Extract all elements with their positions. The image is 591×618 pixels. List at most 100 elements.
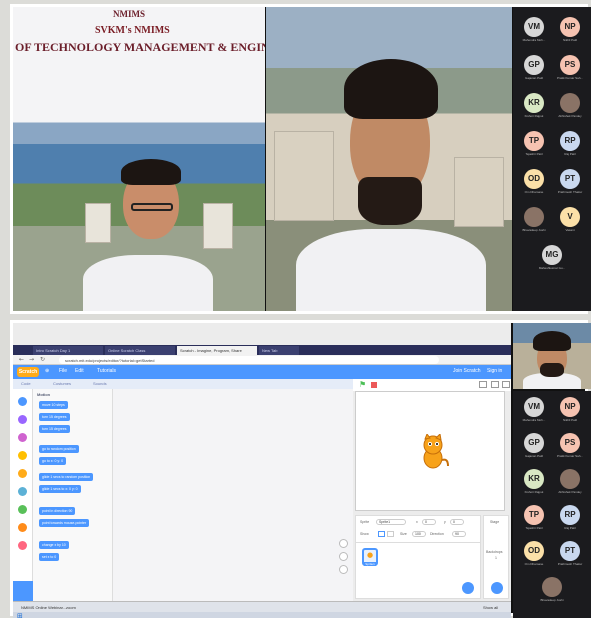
presenter-thumbnail[interactable] — [513, 323, 591, 389]
sprite-tile-label: Sprite1 — [364, 562, 376, 566]
browser-tab-active[interactable]: Scratch - Imagine, Program, Share — [177, 346, 257, 355]
scratch-cat-sprite[interactable] — [416, 434, 450, 470]
forward-icon[interactable]: → — [29, 356, 34, 363]
participant-item[interactable]: VM Mahendra Moh... — [519, 17, 549, 42]
participant-item[interactable]: TP Tejashri Patil — [519, 131, 549, 156]
category-sensing-icon[interactable] — [18, 487, 27, 496]
participant-item[interactable]: OD Om Dhamane — [519, 541, 549, 566]
participant-item[interactable]: GP Gajanan Patil — [519, 55, 549, 80]
add-extension-button[interactable] — [13, 581, 33, 601]
browser-tab[interactable]: Online Scratch Class — [105, 346, 175, 355]
zoom-reset-icon[interactable] — [339, 565, 348, 574]
scratch-logo[interactable]: Scratch — [17, 367, 39, 377]
tab-sounds[interactable]: Sounds — [93, 381, 107, 386]
participant-item[interactable]: TP Tejashri Patil — [519, 505, 549, 530]
globe-icon[interactable]: ⊕ — [45, 368, 49, 374]
participant-item[interactable]: OD Om Dhamane — [519, 169, 549, 194]
direction-field[interactable]: 90 — [452, 531, 466, 537]
category-motion-icon[interactable] — [18, 397, 27, 406]
show-visible-toggle[interactable] — [378, 531, 385, 537]
block-turn-left[interactable]: turn 15 degrees — [39, 425, 70, 433]
category-sound-icon[interactable] — [18, 433, 27, 442]
browser-tab[interactable]: Intro Scratch Day 1 — [33, 346, 103, 355]
zoom-out-icon[interactable] — [339, 552, 348, 561]
category-events-icon[interactable] — [18, 451, 27, 460]
menu-tutorials[interactable]: Tutorials — [97, 368, 116, 374]
participant-photo-avatar — [542, 577, 562, 597]
zoom-in-icon[interactable] — [339, 539, 348, 548]
block-point-direction[interactable]: point in direction 90 — [39, 507, 76, 515]
join-scratch-link[interactable]: Join Scratch — [453, 368, 481, 374]
participant-item[interactable]: NP Nikhil Patil — [555, 17, 585, 42]
participant-item[interactable]: Bhavadeep Joshi — [519, 207, 549, 232]
participant-item[interactable]: KR Kishori Rajput — [519, 469, 549, 494]
code-area[interactable] — [113, 389, 353, 601]
participant-item[interactable]: VM Mahendra Moh... — [519, 397, 549, 422]
stop-icon[interactable] — [371, 382, 377, 388]
browser-tab[interactable]: New Tab — [259, 346, 299, 355]
windows-start-icon[interactable]: ⊞ — [17, 612, 23, 618]
green-flag-icon[interactable]: ⚑ — [359, 380, 366, 389]
participant-avatar: OD — [524, 541, 544, 561]
choose-backdrop-button[interactable] — [491, 582, 503, 594]
category-variables-icon[interactable] — [18, 523, 27, 532]
participant-item[interactable]: GP Gajanan Patil — [519, 433, 549, 458]
y-field[interactable]: 0 — [450, 519, 464, 525]
participant-item[interactable]: PT Prathmesh Thakur — [555, 169, 585, 194]
participant-name: Bhavadeep Joshi — [540, 598, 564, 602]
show-hidden-toggle[interactable] — [387, 531, 394, 537]
reload-icon[interactable]: ↻ — [40, 356, 45, 363]
url-field[interactable]: scratch.mit.edu/projects/editor/?tutoria… — [59, 356, 439, 364]
participant-item[interactable]: Bhavadeep Joshi — [537, 577, 567, 602]
participant-item[interactable]: PS Pratik Kumar Sah... — [555, 433, 585, 458]
participant-item[interactable]: PS Pratik Kumar Sah... — [555, 55, 585, 80]
tab-code[interactable]: Code — [21, 381, 31, 386]
participant-item[interactable]: RP Raj Patil — [555, 131, 585, 156]
block-point-towards[interactable]: point towards mouse-pointer — [39, 519, 90, 527]
participant-item[interactable]: KR Kishori Rajput — [519, 93, 549, 118]
fullscreen-icon[interactable] — [502, 381, 510, 388]
taskbar-item[interactable]: NMIMS Online Webinar...zoom — [21, 605, 76, 610]
block-change-x[interactable]: change x by 10 — [39, 541, 69, 549]
taskbar-show-all[interactable]: Show all — [483, 605, 498, 610]
participant-item[interactable]: MG Maheshkumar Gu... — [537, 245, 567, 270]
speaker-video-tile-1[interactable]: NMIMS SVKM's NMIMS OF TECHNOLOGY MANAGEM… — [13, 7, 265, 311]
block-glide-xy[interactable]: glide 1 secs to x: 0 y: 0 — [39, 485, 81, 493]
large-stage-icon[interactable] — [491, 381, 499, 388]
category-operators-icon[interactable] — [18, 505, 27, 514]
size-field[interactable]: 100 — [412, 531, 426, 537]
participant-item[interactable]: PT Prathmesh Thakur — [555, 541, 585, 566]
sign-in-link[interactable]: Sign in — [487, 368, 502, 374]
menu-file[interactable]: File — [59, 368, 67, 374]
small-stage-icon[interactable] — [479, 381, 487, 388]
stage-canvas[interactable] — [355, 391, 505, 511]
participant-name: Raj Patil — [564, 526, 576, 530]
participant-item[interactable]: RP Raj Patil — [555, 505, 585, 530]
sprite-name-field[interactable]: Sprite1 — [376, 519, 406, 525]
choose-sprite-button[interactable] — [462, 582, 474, 594]
block-go-to-xy[interactable]: go to x: 0 y: 0 — [39, 457, 67, 465]
participant-name: Bhavadeep Joshi — [522, 228, 546, 232]
participant-item[interactable]: V Vasant — [555, 207, 585, 232]
screen-share[interactable]: Intro Scratch Day 1 Online Scratch Class… — [13, 323, 511, 618]
menu-edit[interactable]: Edit — [75, 368, 84, 374]
block-set-x[interactable]: set x to 0 — [39, 553, 60, 561]
block-go-to-random[interactable]: go to random position — [39, 445, 79, 453]
participant-avatar: NP — [560, 397, 580, 417]
back-icon[interactable]: ← — [19, 356, 24, 363]
stage-selector[interactable]: Stage Backdrops 1 — [483, 515, 509, 599]
participant-item[interactable]: Abhishek Pandey — [555, 469, 585, 494]
block-turn-right[interactable]: turn 15 degrees — [39, 413, 70, 421]
sprite-info-pane: Sprite Sprite1 x 0 y 0 Show Size 100 Dir… — [355, 515, 481, 599]
block-move-steps[interactable]: move 10 steps — [39, 401, 68, 409]
participant-item[interactable]: Abhishek Pandey — [555, 93, 585, 118]
block-glide-random[interactable]: glide 1 secs to random position — [39, 473, 94, 481]
category-myblocks-icon[interactable] — [18, 541, 27, 550]
speaker-video-tile-2[interactable] — [266, 7, 512, 311]
x-field[interactable]: 0 — [422, 519, 436, 525]
category-control-icon[interactable] — [18, 469, 27, 478]
category-looks-icon[interactable] — [18, 415, 27, 424]
tab-costumes[interactable]: Costumes — [53, 381, 71, 386]
participant-item[interactable]: NP Nikhil Patil — [555, 397, 585, 422]
sprite-thumbnail[interactable]: ● Sprite1 — [362, 548, 378, 566]
